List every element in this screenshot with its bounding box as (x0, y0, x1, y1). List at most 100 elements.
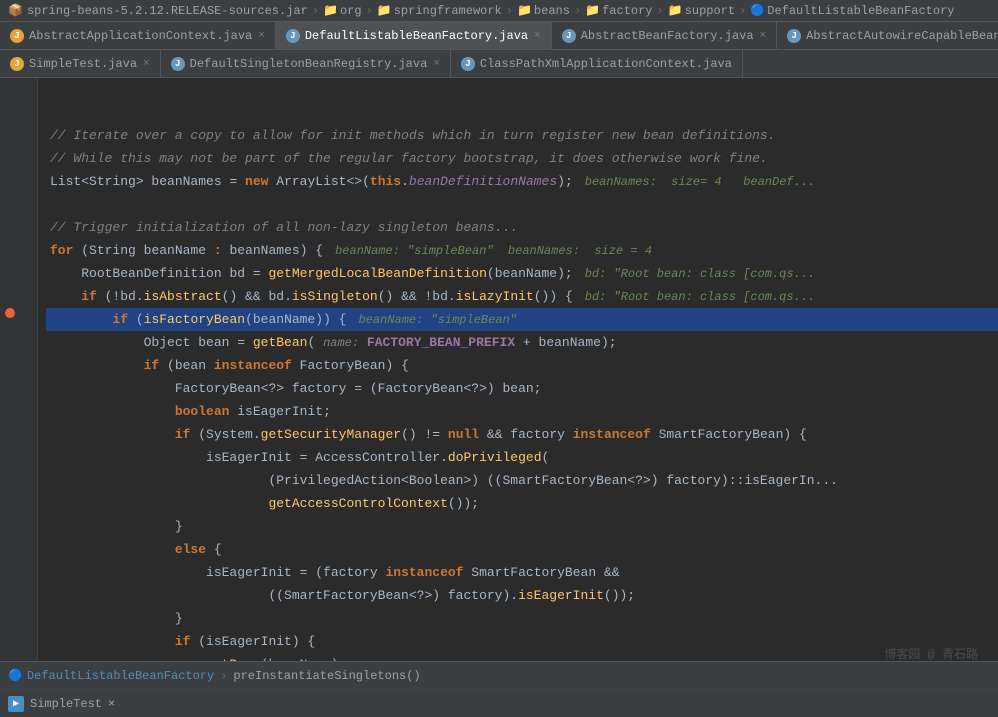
folder-icon3: 📁 (517, 3, 532, 18)
tab-icon-2: J (286, 29, 300, 43)
breadcrumb-org[interactable]: org (340, 4, 362, 18)
bottom-method[interactable]: preInstantiateSingletons() (233, 669, 420, 683)
gutter-16 (0, 414, 37, 436)
tab-close-5[interactable]: × (143, 58, 150, 70)
tab-icon-5: J (10, 57, 24, 71)
gutter-15 (0, 392, 37, 414)
tab-close-3[interactable]: × (760, 30, 767, 42)
gutter-2 (0, 100, 37, 122)
code-line-security: if (System.getSecurityManager() != null … (46, 423, 998, 446)
breadcrumb-jar[interactable]: spring-beans-5.2.12.RELEASE-sources.jar (27, 4, 308, 18)
code-line-list: List<String> beanNames = new ArrayList<>… (46, 170, 998, 193)
breadcrumb-beans[interactable]: beans (534, 4, 570, 18)
status-close[interactable]: × (108, 697, 115, 711)
code-line-if-eager: if (isEagerInit) { (46, 630, 998, 653)
gutter-25 (0, 616, 37, 638)
tab-AbstractApplicationContext[interactable]: J AbstractApplicationContext.java × (0, 22, 276, 50)
gutter-23 (0, 571, 37, 593)
code-line-factorybean-cast: FactoryBean<?> factory = (FactoryBean<?>… (46, 377, 998, 400)
tab-AbstractBeanFactory[interactable]: J AbstractBeanFactory.java × (552, 22, 777, 50)
code-line-isfactorybean: if (isFactoryBean(beanName)) { beanName:… (46, 308, 998, 331)
gutter-20 (0, 504, 37, 526)
gutter-7 (0, 213, 37, 235)
gutter-8 (0, 235, 37, 257)
gutter-18 (0, 459, 37, 481)
tab-icon-6: J (171, 57, 185, 71)
gutter-4 (0, 145, 37, 167)
gutter-6 (0, 190, 37, 212)
code-line-empty1 (46, 78, 998, 101)
folder-icon: 📁 (323, 3, 338, 18)
gutter-10 (0, 280, 37, 302)
editor-container: // Iterate over a copy to allow for init… (0, 78, 998, 661)
gutter-5 (0, 168, 37, 190)
folder-icon5: 📁 (668, 3, 683, 18)
code-line-getbean: Object bean = getBean( name: FACTORY_BEA… (46, 331, 998, 354)
tab-label-6: DefaultSingletonBeanRegistry.java (190, 57, 428, 71)
breakpoint-dot[interactable] (5, 308, 15, 318)
tab-label-1: AbstractApplicationContext.java (29, 29, 252, 43)
tab-AbstractAutowire[interactable]: J AbstractAutowireCapableBeanFac... (777, 22, 998, 50)
jar-icon: 📦 (8, 3, 23, 18)
code-line-empty2 (46, 101, 998, 124)
code-line-accesscontroller: isEagerInit = AccessController.doPrivile… (46, 446, 998, 469)
gutter-19 (0, 482, 37, 504)
tab-close-6[interactable]: × (433, 58, 440, 70)
file-icon: 🔵 (750, 3, 765, 18)
gutter-11 (0, 302, 37, 324)
folder-icon2: 📁 (377, 3, 392, 18)
gutter-21 (0, 526, 37, 548)
tab-label-4: AbstractAutowireCapableBeanFac... (806, 29, 998, 43)
bottom-breadcrumb: 🔵 DefaultListableBeanFactory › preInstan… (0, 661, 998, 689)
tab-icon-4: J (787, 29, 801, 43)
tab-label-3: AbstractBeanFactory.java (581, 29, 754, 43)
tab-DefaultSingletonBeanRegistry[interactable]: J DefaultSingletonBeanRegistry.java × (161, 50, 451, 78)
code-line-close-else: } (46, 607, 998, 630)
tab-label-7: ClassPathXmlApplicationContext.java (480, 57, 732, 71)
run-icon: ▶ (8, 696, 24, 712)
tab-label-2: DefaultListableBeanFactory.java (305, 29, 528, 43)
code-line-for: for (String beanName : beanNames) { bean… (46, 239, 998, 262)
gutter-17 (0, 437, 37, 459)
code-line-comment2: // While this may not be part of the reg… (46, 147, 998, 170)
status-label[interactable]: SimpleTest (30, 697, 102, 711)
code-line-empty3 (46, 193, 998, 216)
code-line-instanceof: if (bean instanceof FactoryBean) { (46, 354, 998, 377)
bottom-class-link[interactable]: DefaultListableBeanFactory (27, 669, 214, 683)
breadcrumb-support[interactable]: support (685, 4, 735, 18)
code-line-getbean2: getBean(beanName); (46, 653, 998, 661)
tab-ClassPathXml[interactable]: J ClassPathXmlApplicationContext.java (451, 50, 743, 78)
tab-close-1[interactable]: × (258, 30, 265, 42)
breadcrumb-class[interactable]: DefaultListableBeanFactory (767, 4, 954, 18)
breadcrumb-bar: 📦 spring-beans-5.2.12.RELEASE-sources.ja… (0, 0, 998, 22)
breadcrumb-factory[interactable]: factory (602, 4, 652, 18)
code-line-rootbean: RootBeanDefinition bd = getMergedLocalBe… (46, 262, 998, 285)
gutter-24 (0, 594, 37, 616)
folder-icon4: 📁 (585, 3, 600, 18)
line-number-gutter (0, 78, 38, 661)
gutter-1 (0, 78, 37, 100)
tab-bar-row2: J SimpleTest.java × J DefaultSingletonBe… (0, 50, 998, 78)
gutter-13 (0, 347, 37, 369)
code-line-close-brace1: } (46, 515, 998, 538)
code-line-eager-else: isEagerInit = (factory instanceof SmartF… (46, 561, 998, 584)
status-bar: ▶ SimpleTest × (0, 689, 998, 717)
gutter-9 (0, 257, 37, 279)
code-line-comment3: // Trigger initialization of all non-laz… (46, 216, 998, 239)
code-editor[interactable]: // Iterate over a copy to allow for init… (38, 78, 998, 661)
watermark: 博客园 @ 青石路 (884, 645, 978, 662)
code-line-comment1: // Iterate over a copy to allow for init… (46, 124, 998, 147)
bottom-class-icon: 🔵 (8, 668, 23, 683)
breadcrumb-springframework[interactable]: springframework (394, 4, 502, 18)
code-line-getaccess: getAccessControlContext()); (46, 492, 998, 515)
tab-icon-1: J (10, 29, 24, 43)
tab-bar-row1: J AbstractApplicationContext.java × J De… (0, 22, 998, 50)
tab-icon-7: J (461, 57, 475, 71)
tab-label-5: SimpleTest.java (29, 57, 137, 71)
tab-close-2[interactable]: × (534, 30, 541, 42)
tab-DefaultListableBeanFactory[interactable]: J DefaultListableBeanFactory.java × (276, 22, 552, 50)
tab-SimpleTest[interactable]: J SimpleTest.java × (0, 50, 161, 78)
code-line-privileged: (PrivilegedAction<Boolean>) ((SmartFacto… (46, 469, 998, 492)
gutter-14 (0, 369, 37, 391)
code-line-smart-factory: ((SmartFactoryBean<?>) factory).isEagerI… (46, 584, 998, 607)
